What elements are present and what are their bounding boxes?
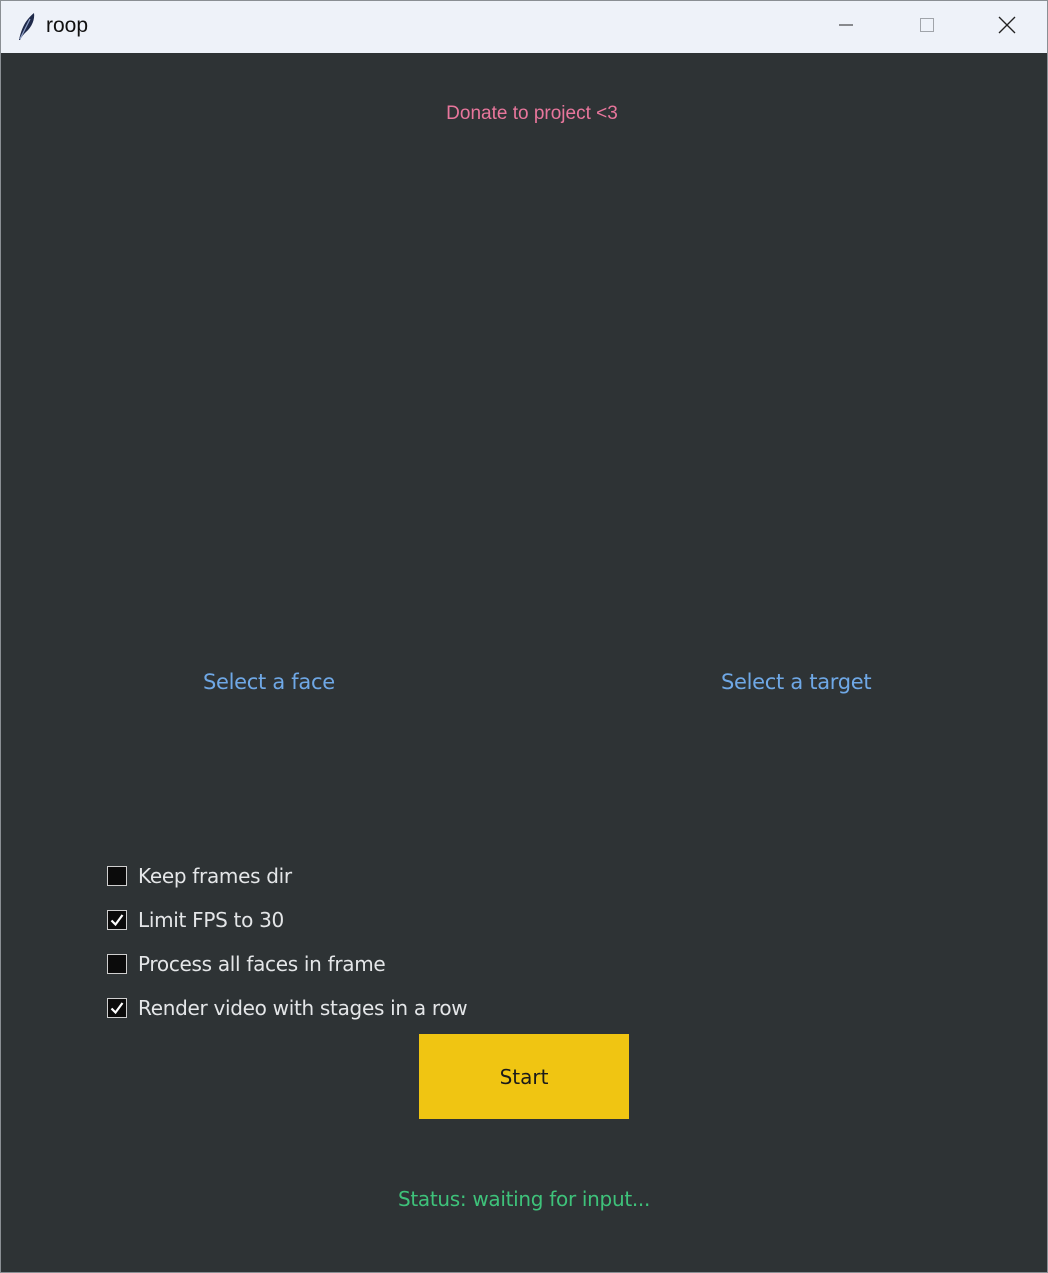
check-icon: [110, 914, 124, 927]
option-keep-frames[interactable]: Keep frames dir: [107, 854, 467, 898]
maximize-icon: [919, 17, 935, 38]
option-render-stages[interactable]: Render video with stages in a row: [107, 986, 468, 1030]
option-label: Keep frames dir: [138, 864, 292, 888]
close-icon: [998, 16, 1016, 39]
checkbox-all-faces[interactable]: [107, 954, 127, 974]
minimize-button[interactable]: [806, 1, 886, 53]
close-button[interactable]: [967, 1, 1047, 53]
checkbox-keep-frames[interactable]: [107, 866, 127, 886]
maximize-button[interactable]: [887, 1, 967, 53]
option-label: Render video with stages in a row: [138, 996, 468, 1020]
feather-icon: [15, 11, 37, 41]
minimize-icon: [838, 17, 854, 38]
option-label: Process all faces in frame: [138, 952, 386, 976]
title-bar[interactable]: roop: [1, 1, 1047, 53]
start-button[interactable]: Start: [419, 1034, 629, 1119]
option-label: Limit FPS to 30: [138, 908, 284, 932]
checkbox-render-stages[interactable]: [107, 998, 127, 1018]
donate-link[interactable]: Donate to project <3: [1, 103, 1047, 125]
option-limit-fps[interactable]: Limit FPS to 30: [107, 898, 467, 942]
app-window: roop Donate to project <3 Select a face …: [0, 0, 1048, 1273]
check-icon: [110, 1002, 124, 1015]
checkbox-limit-fps[interactable]: [107, 910, 127, 930]
status-text: Status: waiting for input...: [397, 1187, 651, 1211]
options-group: Keep frames dir Limit FPS to 30 Process …: [107, 854, 468, 1030]
option-all-faces[interactable]: Process all faces in frame: [107, 942, 467, 986]
window-title: roop: [46, 14, 89, 37]
select-face-button[interactable]: Select a face: [203, 670, 335, 694]
select-target-button[interactable]: Select a target: [721, 670, 872, 694]
